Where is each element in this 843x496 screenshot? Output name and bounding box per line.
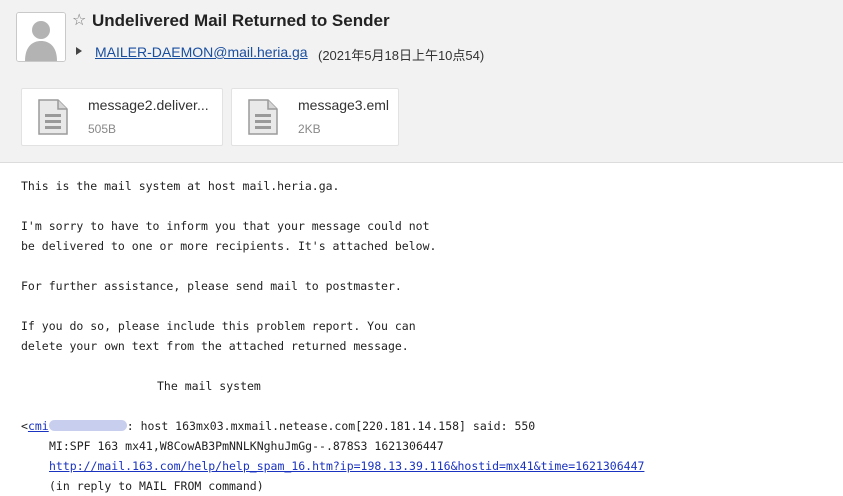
body-line: MI:SPF 163 mx41,W8CowAB3PmNNLKNghuJmGg--… (49, 439, 444, 453)
body-line: delete your own text from the attached r… (21, 339, 409, 353)
body-line: I'm sorry to have to inform you that you… (21, 219, 430, 233)
recipient-error-line: <cmi: host 163mx03.mxmail.netease.com[22… (21, 416, 821, 436)
attachment-size: 2KB (298, 122, 321, 136)
body-line: be delivered to one or more recipients. … (21, 239, 437, 253)
body-line: If you do so, please include this proble… (21, 319, 416, 333)
body-line: For further assistance, please send mail… (21, 279, 402, 293)
body-line: (in reply to MAIL FROM command) (49, 479, 264, 493)
sender-avatar[interactable] (16, 12, 66, 62)
email-subject: Undelivered Mail Returned to Sender (92, 11, 390, 30)
redacted-blur (48, 420, 127, 431)
email-date: (2021年5月18日上午10点54) (318, 48, 485, 63)
body-line: This is the mail system at host mail.her… (21, 179, 340, 193)
smtp-response-text: : host 163mx03.mxmail.netease.com[220.18… (126, 419, 536, 433)
attachment-card-2[interactable]: message3.eml 2KB (231, 88, 399, 146)
file-icon (248, 99, 278, 135)
file-icon (38, 99, 68, 135)
help-link-line: http://mail.163.com/help/help_spam_16.ht… (21, 456, 821, 476)
email-body: This is the mail system at host mail.her… (21, 176, 821, 496)
message-header: ☆ Undelivered Mail Returned to Sender MA… (0, 0, 843, 163)
attachment-card-1[interactable]: message2.deliver... 505B (21, 88, 223, 146)
signature-line: The mail system (157, 379, 261, 393)
avatar-icon (17, 13, 65, 61)
angle-bracket: < (21, 419, 28, 433)
attachment-name: message2.deliver... (88, 97, 209, 113)
star-icon[interactable]: ☆ (72, 12, 86, 30)
attachment-name: message3.eml (298, 97, 390, 113)
sender-address-link[interactable]: MAILER-DAEMON@mail.heria.ga (95, 44, 308, 60)
attachment-size: 505B (88, 122, 117, 136)
expand-triangle-icon[interactable] (76, 47, 82, 55)
help-spam-link[interactable]: http://mail.163.com/help/help_spam_16.ht… (49, 459, 644, 473)
recipient-address-link[interactable]: cmi (28, 419, 127, 433)
